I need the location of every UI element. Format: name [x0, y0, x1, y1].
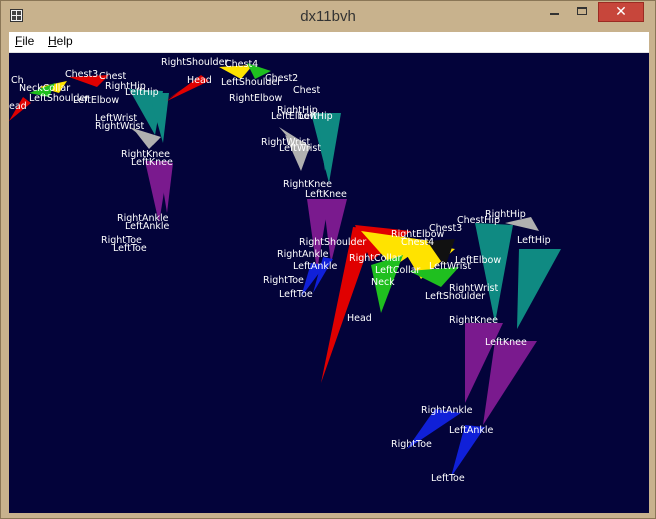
joint-label: RightShoulder: [161, 57, 228, 68]
joint-label: LeftKnee: [131, 157, 173, 168]
joint-label: LeftToe: [279, 289, 313, 300]
joint-label: RightAnkle: [277, 249, 329, 260]
joint-label: LeftKnee: [485, 337, 527, 348]
joint-label: Neck: [371, 277, 395, 288]
maximize-icon: [577, 7, 587, 15]
render-viewport[interactable]: Ch Chest3 Chest NeckCollar RightHip LeftHip Le…: [9, 53, 649, 513]
joint-label: RightElbow: [229, 93, 283, 104]
joint-label: Head: [187, 75, 212, 86]
maximize-button[interactable]: [569, 2, 596, 22]
minimize-button[interactable]: [541, 2, 568, 22]
joint-label: LeftToe: [431, 473, 465, 484]
joint-label: LeftAnkle: [125, 221, 170, 232]
bone-30: [517, 249, 561, 329]
title-bar[interactable]: dx11bvh ✕: [1, 1, 655, 31]
joint-label: LeftHip: [517, 235, 551, 246]
joint-label: LeftHip: [125, 87, 159, 98]
joint-label: RightAnkle: [421, 405, 473, 416]
joint-label: LeftAnkle: [293, 261, 338, 272]
joint-label: RightToe: [263, 275, 304, 286]
close-button[interactable]: ✕: [598, 2, 644, 22]
bone-33: [483, 341, 537, 425]
joint-label: Chest3: [65, 69, 98, 80]
app-window: dx11bvh ✕ File Help Ch Chest3 Chest NeckCol…: [0, 0, 656, 519]
joint-label: LeftWrist: [279, 143, 321, 154]
joint-label: LeftCollar: [375, 265, 420, 276]
joint-label: RightWrist: [95, 121, 144, 132]
menu-bar: File Help: [9, 32, 649, 53]
joint-label: LeftKnee: [305, 189, 347, 200]
minimize-icon: [550, 13, 559, 15]
joint-label: Chest2: [265, 73, 298, 84]
joint-label: LeftToe: [113, 243, 147, 254]
joint-label: RightCollar: [349, 253, 402, 264]
skeleton-scene: ChChest3 ChestNeckCollar RightHipLeftHipLe…: [9, 57, 561, 484]
menu-help[interactable]: Help: [48, 34, 73, 48]
joint-label: LeftElbow: [455, 255, 501, 266]
joint-label: RightToe: [391, 439, 432, 450]
joint-label: Head: [347, 313, 372, 324]
joint-label: Chest4: [401, 237, 434, 248]
joint-label: RightShoulder: [299, 237, 366, 248]
joint-label: LeftShoulder: [29, 93, 89, 104]
joint-label: Chest4: [225, 59, 258, 70]
joint-label: RightHip: [485, 209, 526, 220]
bone-23: [321, 227, 375, 383]
joint-label: RightKnee: [449, 315, 498, 326]
bone-29: [475, 223, 513, 323]
joint-label: LeftShoulder: [425, 291, 485, 302]
joint-label: Chest: [293, 85, 320, 96]
joint-label: ead: [9, 101, 27, 112]
close-icon: ✕: [615, 4, 627, 20]
menu-file[interactable]: File: [15, 34, 34, 48]
joint-label: LeftAnkle: [449, 425, 494, 436]
joint-label: LeftHip: [299, 111, 333, 122]
